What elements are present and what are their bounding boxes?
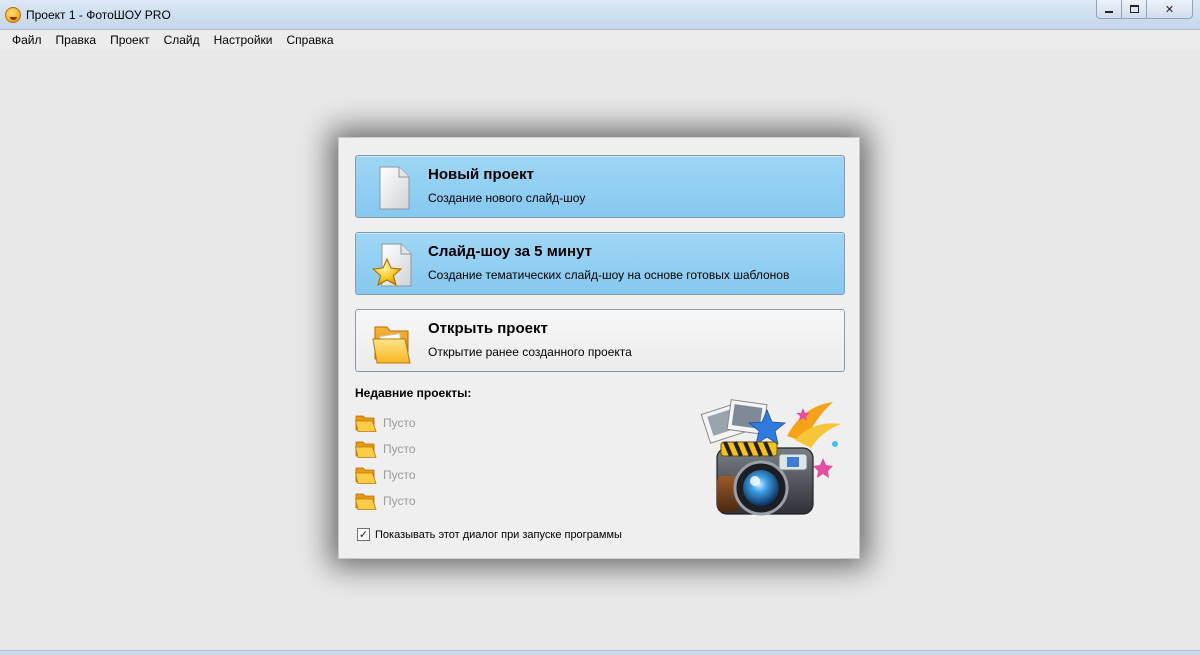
new-project-subtitle: Создание нового слайд-шоу xyxy=(428,191,586,205)
slideshow-5-minutes-button[interactable]: Слайд-шоу за 5 минут Создание тематическ… xyxy=(355,232,845,295)
maximize-button[interactable] xyxy=(1122,0,1147,19)
menu-project[interactable]: Проект xyxy=(103,30,157,50)
menu-edit[interactable]: Правка xyxy=(49,30,104,50)
new-project-button[interactable]: Новый проект Создание нового слайд-шоу xyxy=(355,155,845,218)
show-on-startup-checkbox[interactable]: ✓ xyxy=(357,528,370,541)
window-controls: ✕ xyxy=(1096,0,1193,20)
menu-settings[interactable]: Настройки xyxy=(207,30,280,50)
open-folder-icon xyxy=(372,326,411,364)
title-bar: Проект 1 - ФотоШОУ PRO ✕ xyxy=(0,0,1200,30)
close-button[interactable]: ✕ xyxy=(1147,0,1193,19)
open-project-subtitle: Открытие ранее созданного проекта xyxy=(428,345,632,359)
recent-project-label: Пусто xyxy=(383,494,416,508)
close-icon: ✕ xyxy=(1164,2,1175,16)
open-project-button[interactable]: Открыть проект Открытие ранее созданного… xyxy=(355,309,845,372)
show-on-startup-label[interactable]: Показывать этот диалог при запуске прогр… xyxy=(375,529,622,541)
slideshow-5-minutes-title: Слайд-шоу за 5 минут xyxy=(428,243,592,260)
window-title: Проект 1 - ФотоШОУ PRO xyxy=(26,8,171,22)
blank-document-icon xyxy=(379,166,410,210)
recent-project-item[interactable]: Пусто xyxy=(355,491,416,511)
menu-slide[interactable]: Слайд xyxy=(157,30,207,50)
recent-projects-heading: Недавние проекты: xyxy=(355,386,472,400)
folder-icon xyxy=(355,467,377,484)
maximize-icon xyxy=(1129,5,1139,13)
app-logo-icon xyxy=(5,7,21,23)
recent-project-item[interactable]: Пусто xyxy=(355,413,416,433)
star-document-icon xyxy=(372,243,412,287)
minimize-button[interactable] xyxy=(1096,0,1122,19)
recent-project-label: Пусто xyxy=(383,416,416,430)
open-project-title: Открыть проект xyxy=(428,320,548,337)
new-project-title: Новый проект xyxy=(428,166,534,183)
folder-icon xyxy=(355,415,377,432)
show-on-startup-option: ✓ Показывать этот диалог при запуске про… xyxy=(357,528,622,541)
folder-icon xyxy=(355,493,377,510)
menu-file[interactable]: Файл xyxy=(5,30,49,50)
window-bottom-edge xyxy=(0,650,1200,655)
menu-help[interactable]: Справка xyxy=(279,30,340,50)
slideshow-5-minutes-subtitle: Создание тематических слайд-шоу на основ… xyxy=(428,268,790,282)
recent-project-item[interactable]: Пусто xyxy=(355,439,416,459)
recent-project-label: Пусто xyxy=(383,468,416,482)
folder-icon xyxy=(355,441,377,458)
minimize-icon xyxy=(1105,11,1113,13)
start-dialog: Новый проект Создание нового слайд-шоу С… xyxy=(338,137,860,559)
camera-illustration xyxy=(700,399,841,516)
recent-project-item[interactable]: Пусто xyxy=(355,465,416,485)
recent-project-label: Пусто xyxy=(383,442,416,456)
menu-bar: Файл Правка Проект Слайд Настройки Справ… xyxy=(0,30,1200,50)
